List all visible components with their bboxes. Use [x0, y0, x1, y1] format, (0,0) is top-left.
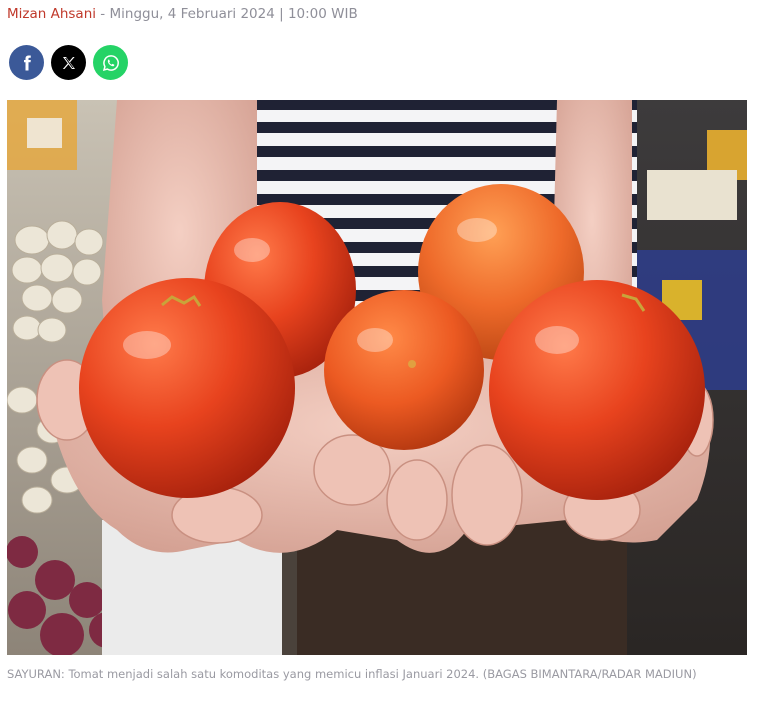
facebook-icon	[23, 55, 31, 70]
x-share-button[interactable]	[51, 45, 86, 80]
whatsapp-icon	[102, 54, 119, 71]
facebook-share-button[interactable]	[9, 45, 44, 80]
share-buttons	[9, 45, 128, 80]
x-icon	[62, 56, 75, 69]
article-photo	[7, 100, 747, 655]
author-link[interactable]: Mizan Ahsani	[7, 6, 96, 22]
article-byline: Mizan Ahsani - Minggu, 4 Februari 2024 |…	[7, 6, 358, 22]
photo-caption: SAYURAN: Tomat menjadi salah satu komodi…	[7, 667, 697, 681]
byline-separator: -	[96, 6, 110, 22]
publish-date: Minggu, 4 Februari 2024 | 10:00 WIB	[109, 6, 358, 22]
whatsapp-share-button[interactable]	[93, 45, 128, 80]
